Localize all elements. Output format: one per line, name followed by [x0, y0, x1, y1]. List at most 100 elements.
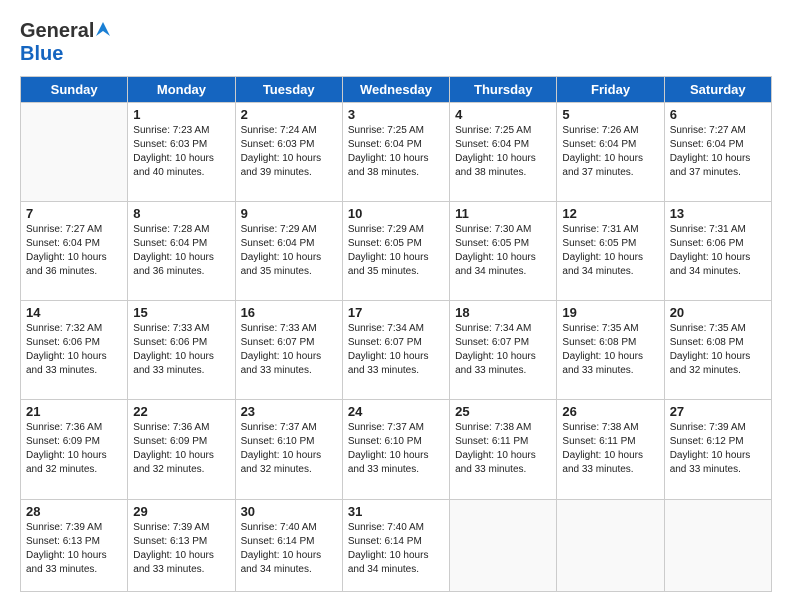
day-info: Sunrise: 7:40 AM Sunset: 6:14 PM Dayligh…	[348, 521, 444, 577]
calendar-cell: 21Sunrise: 7:36 AM Sunset: 6:09 PM Dayli…	[21, 400, 128, 499]
weekday-header: Tuesday	[235, 76, 342, 102]
day-info: Sunrise: 7:27 AM Sunset: 6:04 PM Dayligh…	[26, 223, 122, 279]
calendar-cell: 3 Sunrise: 7:25 AM Sunset: 6:04 PM Daylig…	[342, 102, 449, 201]
calendar-cell: 26Sunrise: 7:38 AM Sunset: 6:11 PM Dayli…	[557, 400, 664, 499]
day-number: 13	[670, 206, 766, 221]
day-info: Sunrise: 7:27 AM Sunset: 6:04 PM Dayligh…	[670, 124, 766, 180]
calendar-cell: 11 Sunrise: 7:30 AM Sunset: 6:05 PM Dayli…	[450, 201, 557, 300]
day-number: 26	[562, 404, 658, 419]
calendar-cell: 18 Sunrise: 7:34 AM Sunset: 6:07 PM Dayli…	[450, 301, 557, 400]
day-info: Sunrise: 7:26 AM Sunset: 6:04 PM Dayligh…	[562, 124, 658, 180]
day-number: 12	[562, 206, 658, 221]
calendar-week-row: 14 Sunrise: 7:32 AM Sunset: 6:06 PM Dayli…	[21, 301, 772, 400]
calendar-cell: 20 Sunrise: 7:35 AM Sunset: 6:08 PM Dayli…	[664, 301, 771, 400]
day-number: 9	[241, 206, 337, 221]
calendar-cell: 9 Sunrise: 7:29 AM Sunset: 6:04 PM Daylig…	[235, 201, 342, 300]
day-number: 1	[133, 107, 229, 122]
day-number: 18	[455, 305, 551, 320]
weekday-header: Thursday	[450, 76, 557, 102]
day-number: 20	[670, 305, 766, 320]
calendar-cell: 19 Sunrise: 7:35 AM Sunset: 6:08 PM Dayli…	[557, 301, 664, 400]
day-number: 30	[241, 504, 337, 519]
day-info: Sunrise: 7:37 AM Sunset: 6:10 PM Dayligh…	[348, 421, 444, 477]
day-info: Sunrise: 7:35 AM Sunset: 6:08 PM Dayligh…	[562, 322, 658, 378]
day-info: Sunrise: 7:39 AM Sunset: 6:12 PM Dayligh…	[670, 421, 766, 477]
day-number: 11	[455, 206, 551, 221]
day-info: Sunrise: 7:30 AM Sunset: 6:05 PM Dayligh…	[455, 223, 551, 279]
calendar-cell: 8Sunrise: 7:28 AM Sunset: 6:04 PM Daylig…	[128, 201, 235, 300]
day-info: Sunrise: 7:34 AM Sunset: 6:07 PM Dayligh…	[455, 322, 551, 378]
weekday-header: Wednesday	[342, 76, 449, 102]
day-info: Sunrise: 7:40 AM Sunset: 6:14 PM Dayligh…	[241, 521, 337, 577]
day-info: Sunrise: 7:39 AM Sunset: 6:13 PM Dayligh…	[26, 521, 122, 577]
header: General Blue	[20, 20, 772, 64]
day-info: Sunrise: 7:33 AM Sunset: 6:07 PM Dayligh…	[241, 322, 337, 378]
day-number: 25	[455, 404, 551, 419]
calendar-cell: 27 Sunrise: 7:39 AM Sunset: 6:12 PM Dayli…	[664, 400, 771, 499]
calendar-cell: 10 Sunrise: 7:29 AM Sunset: 6:05 PM Dayli…	[342, 201, 449, 300]
day-info: Sunrise: 7:39 AM Sunset: 6:13 PM Dayligh…	[133, 521, 229, 577]
calendar-cell: 30 Sunrise: 7:40 AM Sunset: 6:14 PM Dayli…	[235, 499, 342, 591]
day-info: Sunrise: 7:28 AM Sunset: 6:04 PM Dayligh…	[133, 223, 229, 279]
day-number: 24	[348, 404, 444, 419]
day-info: Sunrise: 7:35 AM Sunset: 6:08 PM Dayligh…	[670, 322, 766, 378]
calendar-cell: 5 Sunrise: 7:26 AM Sunset: 6:04 PM Daylig…	[557, 102, 664, 201]
calendar-week-row: 28 Sunrise: 7:39 AM Sunset: 6:13 PM Dayli…	[21, 499, 772, 591]
day-number: 14	[26, 305, 122, 320]
calendar-cell: 7 Sunrise: 7:27 AM Sunset: 6:04 PM Daylig…	[21, 201, 128, 300]
calendar-cell: 28 Sunrise: 7:39 AM Sunset: 6:13 PM Dayli…	[21, 499, 128, 591]
day-info: Sunrise: 7:38 AM Sunset: 6:11 PM Dayligh…	[455, 421, 551, 477]
day-number: 5	[562, 107, 658, 122]
day-info: Sunrise: 7:25 AM Sunset: 6:04 PM Dayligh…	[455, 124, 551, 180]
calendar-cell: 24 Sunrise: 7:37 AM Sunset: 6:10 PM Dayli…	[342, 400, 449, 499]
day-info: Sunrise: 7:24 AM Sunset: 6:03 PM Dayligh…	[241, 124, 337, 180]
logo-general: General	[20, 20, 94, 42]
day-info: Sunrise: 7:29 AM Sunset: 6:04 PM Dayligh…	[241, 223, 337, 279]
calendar-cell	[557, 499, 664, 591]
day-number: 4	[455, 107, 551, 122]
day-number: 22	[133, 404, 229, 419]
weekday-header: Saturday	[664, 76, 771, 102]
calendar-cell: 16 Sunrise: 7:33 AM Sunset: 6:07 PM Dayli…	[235, 301, 342, 400]
day-number: 31	[348, 504, 444, 519]
day-number: 19	[562, 305, 658, 320]
day-number: 23	[241, 404, 337, 419]
calendar-cell: 22 Sunrise: 7:36 AM Sunset: 6:09 PM Dayli…	[128, 400, 235, 499]
calendar-cell: 15 Sunrise: 7:33 AM Sunset: 6:06 PM Dayli…	[128, 301, 235, 400]
day-number: 3	[348, 107, 444, 122]
calendar-cell: 2Sunrise: 7:24 AM Sunset: 6:03 PM Daylig…	[235, 102, 342, 201]
logo: General Blue	[20, 20, 110, 64]
day-info: Sunrise: 7:29 AM Sunset: 6:05 PM Dayligh…	[348, 223, 444, 279]
day-number: 15	[133, 305, 229, 320]
day-info: Sunrise: 7:33 AM Sunset: 6:06 PM Dayligh…	[133, 322, 229, 378]
day-info: Sunrise: 7:23 AM Sunset: 6:03 PM Dayligh…	[133, 124, 229, 180]
calendar-cell	[21, 102, 128, 201]
day-info: Sunrise: 7:32 AM Sunset: 6:06 PM Dayligh…	[26, 322, 122, 378]
calendar-cell	[664, 499, 771, 591]
calendar-cell: 31 Sunrise: 7:40 AM Sunset: 6:14 PM Dayli…	[342, 499, 449, 591]
weekday-header: Monday	[128, 76, 235, 102]
calendar-header-row: SundayMondayTuesdayWednesdayThursdayFrid…	[21, 76, 772, 102]
day-number: 7	[26, 206, 122, 221]
day-number: 16	[241, 305, 337, 320]
weekday-header: Friday	[557, 76, 664, 102]
page: General Blue SundayMondayTuesdayWednesda…	[0, 0, 792, 612]
day-info: Sunrise: 7:36 AM Sunset: 6:09 PM Dayligh…	[26, 421, 122, 477]
logo-bird-icon	[96, 22, 110, 44]
day-number: 28	[26, 504, 122, 519]
calendar-cell: 4 Sunrise: 7:25 AM Sunset: 6:04 PM Daylig…	[450, 102, 557, 201]
day-info: Sunrise: 7:36 AM Sunset: 6:09 PM Dayligh…	[133, 421, 229, 477]
calendar-cell: 23Sunrise: 7:37 AM Sunset: 6:10 PM Dayli…	[235, 400, 342, 499]
calendar-cell: 17Sunrise: 7:34 AM Sunset: 6:07 PM Dayli…	[342, 301, 449, 400]
calendar-week-row: 21Sunrise: 7:36 AM Sunset: 6:09 PM Dayli…	[21, 400, 772, 499]
day-number: 27	[670, 404, 766, 419]
day-info: Sunrise: 7:34 AM Sunset: 6:07 PM Dayligh…	[348, 322, 444, 378]
day-number: 6	[670, 107, 766, 122]
day-info: Sunrise: 7:31 AM Sunset: 6:05 PM Dayligh…	[562, 223, 658, 279]
day-info: Sunrise: 7:25 AM Sunset: 6:04 PM Dayligh…	[348, 124, 444, 180]
calendar-table: SundayMondayTuesdayWednesdayThursdayFrid…	[20, 76, 772, 592]
day-number: 10	[348, 206, 444, 221]
calendar-cell: 13Sunrise: 7:31 AM Sunset: 6:06 PM Dayli…	[664, 201, 771, 300]
day-number: 29	[133, 504, 229, 519]
calendar-week-row: 1 Sunrise: 7:23 AM Sunset: 6:03 PM Daylig…	[21, 102, 772, 201]
